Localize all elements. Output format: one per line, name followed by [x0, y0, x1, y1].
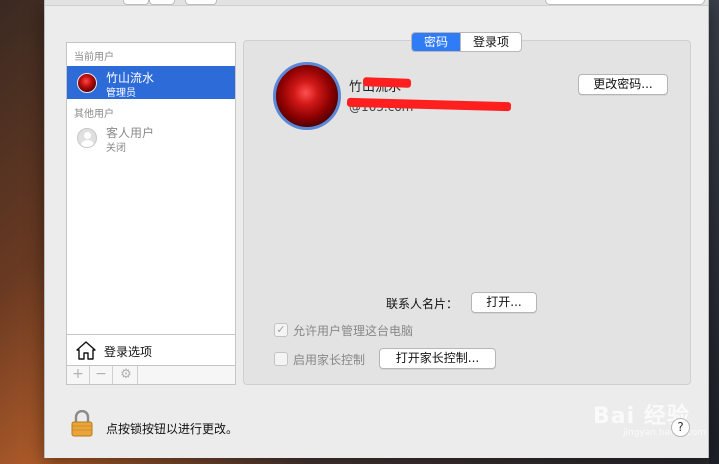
- tab-bar: 密码 登录项: [411, 32, 523, 52]
- guest-silhouette-icon: [77, 128, 97, 148]
- current-user-section-label: 当前用户: [74, 52, 114, 63]
- show-all-button[interactable]: [185, 0, 217, 5]
- change-password-button[interactable]: 更改密码...: [578, 74, 668, 95]
- back-button[interactable]: [123, 0, 149, 5]
- users-groups-window: 当前用户 竹山流水 管理员 其他用户 客人用户 关闭 登录选项 + − ⚙ 密码…: [44, 0, 709, 458]
- desktop-wallpaper-edge: [709, 0, 719, 464]
- redaction-mark: [362, 77, 412, 88]
- open-contact-card-button[interactable]: 打开...: [471, 292, 537, 313]
- user-role: 关闭: [106, 143, 126, 154]
- tab-password[interactable]: 密码: [412, 33, 461, 51]
- contact-card-label: 联系人名片：: [386, 297, 459, 311]
- remove-user-button[interactable]: −: [90, 366, 113, 384]
- search-field[interactable]: [545, 0, 705, 5]
- gear-icon[interactable]: ⚙: [115, 366, 138, 384]
- allow-admin-checkbox[interactable]: ✓: [274, 323, 288, 337]
- users-list-panel: 当前用户 竹山流水 管理员 其他用户 客人用户 关闭 登录选项 + − ⚙: [66, 42, 236, 385]
- login-options-label: 登录选项: [104, 345, 153, 359]
- title-bar: [45, 0, 708, 6]
- baidu-watermark-url: jingyan.baidu.com: [623, 428, 707, 438]
- open-parental-controls-button[interactable]: 打开家长控制...: [379, 348, 496, 369]
- forward-button[interactable]: [149, 0, 175, 5]
- parental-controls-label: 启用家长控制: [293, 353, 366, 367]
- lock-instruction-label: 点按锁按钮以进行更改。: [106, 422, 239, 436]
- user-row-current[interactable]: 竹山流水 管理员: [67, 66, 235, 99]
- house-icon: [76, 341, 96, 360]
- lock-icon[interactable]: [71, 410, 93, 437]
- user-row-guest[interactable]: 客人用户 关闭: [67, 121, 235, 154]
- tab-login-items[interactable]: 登录项: [460, 33, 521, 51]
- add-user-button[interactable]: +: [67, 366, 90, 384]
- allow-admin-label: 允许用户管理这台电脑: [293, 324, 414, 338]
- other-users-section-label: 其他用户: [74, 109, 114, 120]
- help-button[interactable]: ?: [671, 418, 690, 437]
- user-avatar: [77, 73, 97, 93]
- users-toolbar: + − ⚙: [67, 365, 235, 384]
- parental-controls-checkbox[interactable]: [274, 352, 288, 366]
- allow-admin-row: ✓ 允许用户管理这台电脑: [274, 322, 474, 338]
- login-options-item[interactable]: 登录选项: [67, 334, 235, 365]
- account-avatar[interactable]: [273, 62, 341, 130]
- user-role: 管理员: [106, 88, 136, 99]
- parental-controls-row: 启用家长控制: [274, 351, 394, 367]
